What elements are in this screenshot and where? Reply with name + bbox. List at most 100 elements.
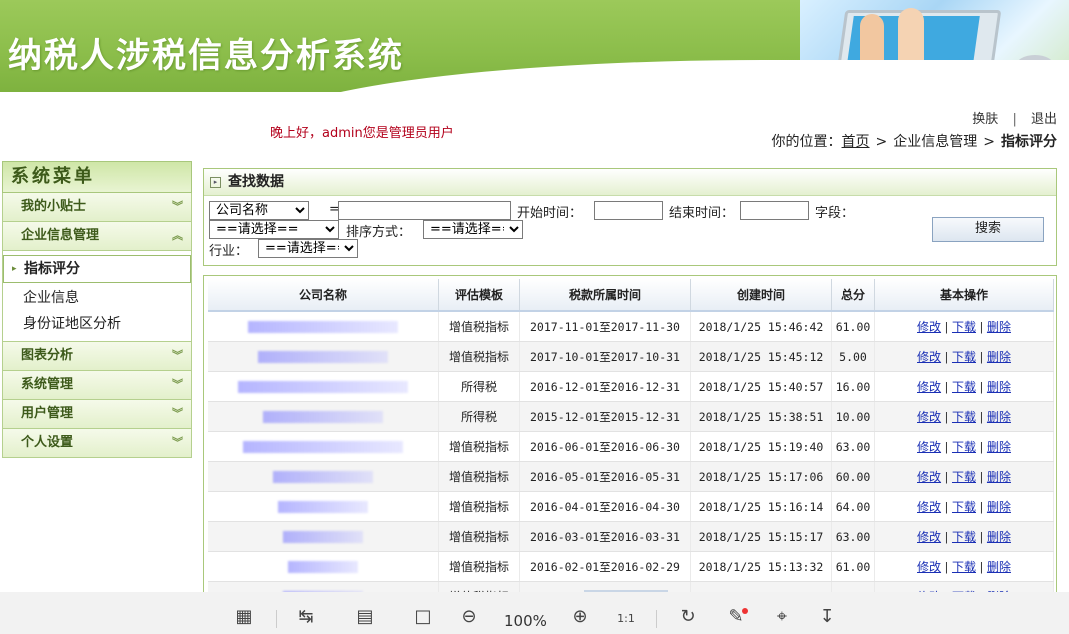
header-links: 换肤 | 退出 bbox=[972, 108, 1057, 127]
download-link[interactable]: 下载 bbox=[952, 470, 976, 484]
delete-link[interactable]: 删除 bbox=[987, 440, 1011, 454]
delete-link[interactable]: 删除 bbox=[987, 350, 1011, 364]
sidebar-item-personal[interactable]: 个人设置 ︾ bbox=[2, 429, 192, 458]
chevron-down-icon: ︾ bbox=[172, 349, 183, 362]
start-time-input[interactable] bbox=[594, 201, 663, 220]
expand-icon[interactable]: ▸ bbox=[210, 177, 221, 188]
company-cell[interactable]: …公司 bbox=[208, 341, 439, 372]
download-link[interactable]: 下载 bbox=[952, 560, 976, 574]
sidebar-item-charts[interactable]: 图表分析 ︾ bbox=[2, 342, 192, 371]
sidebar-subitem-label: 指标评分 bbox=[24, 261, 80, 277]
company-cell[interactable]: …公司 bbox=[208, 461, 439, 492]
actual-size-icon[interactable]: 1:1 bbox=[612, 612, 640, 625]
download-link[interactable]: 下载 bbox=[952, 350, 976, 364]
delete-link[interactable]: 删除 bbox=[987, 380, 1011, 394]
sort-select[interactable]: ==请选择== bbox=[423, 220, 523, 239]
fullscreen-icon[interactable]: □ bbox=[409, 606, 437, 627]
chevron-down-icon: ︾ bbox=[172, 200, 183, 213]
delete-link[interactable]: 删除 bbox=[987, 530, 1011, 544]
rotate-icon[interactable]: ↻ bbox=[674, 606, 702, 627]
sidebar-subitem-label: 身份证地区分析 bbox=[23, 316, 121, 332]
table-row: …公司 增值税指标2016-03-01至2016-03-312018/1/25 1… bbox=[208, 521, 1054, 552]
download-icon[interactable]: ↧ bbox=[813, 606, 841, 627]
delete-link[interactable]: 删除 bbox=[987, 560, 1011, 574]
ops-cell: 修改|下载|删除 bbox=[874, 431, 1054, 462]
company-cell[interactable]: …公司 bbox=[208, 311, 439, 342]
delete-link[interactable]: 删除 bbox=[987, 470, 1011, 484]
industry-select[interactable]: ==请选择== bbox=[258, 239, 358, 258]
breadcrumb-home-link[interactable]: 首页 bbox=[842, 134, 870, 150]
company-cell[interactable]: …公司 bbox=[208, 401, 439, 432]
header-banner: 纳税人涉税信息分析系统 bbox=[0, 0, 1069, 130]
ops-cell: 修改|下载|删除 bbox=[874, 371, 1054, 402]
skin-link[interactable]: 换肤 bbox=[972, 112, 998, 127]
notification-dot bbox=[742, 608, 748, 614]
fit-width-icon[interactable]: ↹ bbox=[292, 606, 320, 627]
ocr-icon[interactable]: ▤ bbox=[351, 606, 379, 627]
ops-separator: | bbox=[943, 320, 950, 334]
edit-link[interactable]: 修改 bbox=[917, 530, 941, 544]
company-cell[interactable]: …公司 bbox=[208, 521, 439, 552]
ops-separator: | bbox=[943, 500, 950, 514]
field2-select[interactable]: ==请选择== bbox=[209, 220, 339, 239]
download-link[interactable]: 下载 bbox=[952, 410, 976, 424]
delete-link[interactable]: 删除 bbox=[987, 410, 1011, 424]
zoom-in-icon[interactable]: ⊕ bbox=[566, 606, 594, 627]
sidebar-item-label: 图表分析 bbox=[21, 348, 74, 363]
score-cell: 61.00 bbox=[831, 311, 875, 342]
table-body: …公司增值税指标2017-11-01至2017-11-302018/1/25 1… bbox=[208, 311, 1054, 612]
edit-link[interactable]: 修改 bbox=[917, 410, 941, 424]
delete-link[interactable]: 删除 bbox=[987, 320, 1011, 334]
end-time-input[interactable] bbox=[740, 201, 809, 220]
crop-icon[interactable]: ⌖ bbox=[768, 606, 796, 627]
download-link[interactable]: 下载 bbox=[952, 500, 976, 514]
column-header-period: 税款所属时间 bbox=[519, 279, 691, 312]
ops-cell: 修改|下载|删除 bbox=[874, 341, 1054, 372]
image-viewer-toolbar: ▦ ↹ ▤ □ ⊖ 100% ⊕ 1:1 ↻ ✎ ⌖ ↧ bbox=[0, 592, 1069, 634]
sidebar-subitem-indicator-score[interactable]: ▸ 指标评分 bbox=[3, 255, 191, 283]
edit-link[interactable]: 修改 bbox=[917, 440, 941, 454]
ops-cell: 修改|下载|删除 bbox=[874, 521, 1054, 552]
edit-link[interactable]: 修改 bbox=[917, 350, 941, 364]
edit-link[interactable]: 修改 bbox=[917, 560, 941, 574]
zoom-out-icon[interactable]: ⊖ bbox=[455, 606, 483, 627]
company-cell[interactable]: …公司 bbox=[208, 551, 439, 582]
ops-separator: | bbox=[978, 470, 985, 484]
sidebar-item-system[interactable]: 系统管理 ︾ bbox=[2, 371, 192, 400]
sidebar-subitem-company[interactable]: 企业信息 bbox=[3, 285, 191, 311]
ops-cell: 修改|下载|删除 bbox=[874, 491, 1054, 522]
score-cell: 10.00 bbox=[831, 401, 875, 432]
sidebar-item-users[interactable]: 用户管理 ︾ bbox=[2, 400, 192, 429]
ops-separator: | bbox=[978, 560, 985, 574]
edit-link[interactable]: 修改 bbox=[917, 500, 941, 514]
search-button[interactable]: 搜索 bbox=[932, 217, 1044, 242]
download-link[interactable]: 下载 bbox=[952, 530, 976, 544]
company-cell[interactable]: …公司 bbox=[208, 431, 439, 462]
score-cell: 64.00 bbox=[831, 491, 875, 522]
delete-link[interactable]: 删除 bbox=[987, 500, 1011, 514]
company-cell[interactable]: …公司 bbox=[208, 491, 439, 522]
download-link[interactable]: 下载 bbox=[952, 320, 976, 334]
sidebar-item-company-info[interactable]: 企业信息管理 ︽ bbox=[2, 222, 192, 251]
company-cell[interactable]: …公司 bbox=[208, 371, 439, 402]
table-row: …公司 增值税指标2017-11-01至2017-11-302018/1/25 1… bbox=[208, 311, 1054, 342]
download-link[interactable]: 下载 bbox=[952, 440, 976, 454]
thumbnails-icon[interactable]: ▦ bbox=[230, 606, 258, 627]
chevron-down-icon: ︾ bbox=[172, 378, 183, 391]
download-link[interactable]: 下载 bbox=[952, 380, 976, 394]
search-value-input[interactable] bbox=[338, 201, 511, 220]
period-cell: 2015-12-01至2015-12-31 bbox=[519, 401, 691, 432]
ops-cell: 修改|下载|删除 bbox=[874, 401, 1054, 432]
field-select[interactable]: 公司名称 bbox=[209, 201, 309, 220]
edit-link[interactable]: 修改 bbox=[917, 320, 941, 334]
sidebar-subitem-id-region[interactable]: 身份证地区分析 bbox=[3, 311, 191, 337]
edit-link[interactable]: 修改 bbox=[917, 470, 941, 484]
redacted-company-name: …公司 bbox=[238, 381, 408, 393]
edit-link[interactable]: 修改 bbox=[917, 380, 941, 394]
breadcrumb-prefix: 你的位置： bbox=[771, 134, 842, 150]
breadcrumb-arrow: > bbox=[983, 134, 995, 150]
sidebar-item-label: 个人设置 bbox=[21, 435, 74, 450]
sidebar-item-tips[interactable]: 我的小贴士 ︾ bbox=[2, 193, 192, 222]
column-header-company: 公司名称 bbox=[208, 279, 439, 312]
logout-link[interactable]: 退出 bbox=[1031, 112, 1057, 127]
